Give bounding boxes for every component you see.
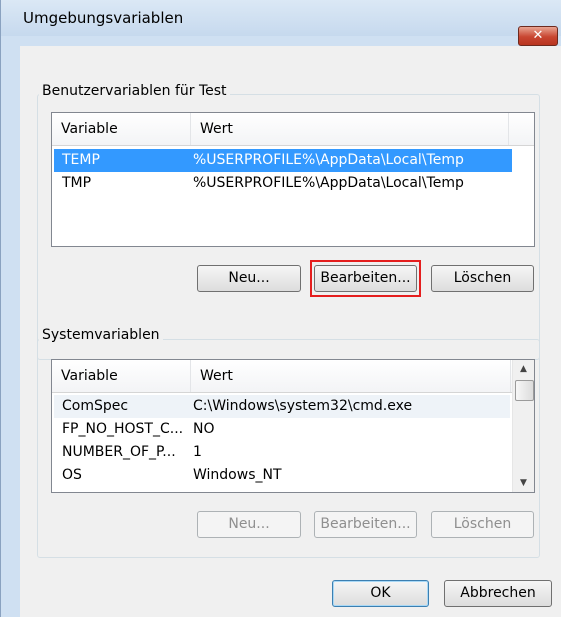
list-row[interactable]: ComSpec C:\Windows\system32\cmd.exe [54, 395, 510, 418]
column-header-variable[interactable]: Variable [52, 113, 191, 145]
row-value: Windows_NT [193, 467, 282, 483]
system-new-button[interactable]: Neu... [197, 511, 301, 538]
row-value: 1 [193, 444, 202, 460]
list-row[interactable]: FP_NO_HOST_C... NO [54, 418, 510, 441]
environment-variables-dialog: Umgebungsvariablen ✕ Benutzervariablen f… [0, 0, 561, 617]
column-header-wert[interactable]: Wert [191, 360, 511, 392]
row-variable: OS [62, 467, 82, 483]
column-header-wert[interactable]: Wert [191, 113, 509, 145]
edit-button-highlight [310, 260, 421, 297]
list-row[interactable]: OS Windows_NT [54, 464, 510, 487]
vertical-scrollbar[interactable]: ▲ ▼ [512, 360, 534, 492]
row-value: NO [193, 421, 215, 437]
row-value: %USERPROFILE%\AppData\Local\Temp [193, 152, 464, 168]
row-variable: ComSpec [62, 398, 129, 414]
row-variable: TMP [62, 175, 92, 191]
row-variable: TEMP [62, 152, 100, 168]
system-variables-legend: Systemvariablen [39, 327, 163, 343]
scroll-thumb[interactable] [515, 380, 534, 401]
system-delete-button[interactable]: Löschen [431, 511, 534, 538]
scroll-up-icon[interactable]: ▲ [513, 360, 534, 378]
ok-button[interactable]: OK [332, 580, 429, 607]
title-bar[interactable]: Umgebungsvariablen [1, 0, 561, 36]
row-value: C:\Windows\system32\cmd.exe [193, 398, 413, 414]
user-variables-list[interactable]: Variable Wert TEMP %USERPROFILE%\AppData… [51, 112, 535, 247]
row-value: %USERPROFILE%\AppData\Local\Temp [193, 175, 464, 191]
list-row-temp[interactable]: TEMP %USERPROFILE%\AppData\Local\Temp [54, 149, 512, 172]
system-variables-list[interactable]: Variable Wert ComSpec C:\Windows\system3… [51, 359, 535, 493]
row-variable: FP_NO_HOST_C... [62, 421, 184, 437]
user-variables-legend: Benutzervariablen für Test [39, 83, 230, 99]
user-new-button[interactable]: Neu... [197, 265, 301, 292]
close-icon: ✕ [532, 28, 544, 43]
system-edit-button[interactable]: Bearbeiten... [314, 511, 417, 538]
cancel-button[interactable]: Abbrechen [444, 580, 552, 607]
list-row[interactable]: NUMBER_OF_P... 1 [54, 441, 510, 464]
dialog-client-area: Benutzervariablen für Test Variable Wert… [20, 46, 561, 617]
window-title: Umgebungsvariablen [23, 9, 184, 27]
list-header: Variable Wert [52, 360, 512, 393]
list-row-tmp[interactable]: TMP %USERPROFILE%\AppData\Local\Temp [54, 172, 512, 195]
user-delete-button[interactable]: Löschen [431, 265, 534, 292]
column-header-variable[interactable]: Variable [52, 360, 191, 392]
list-header: Variable Wert [52, 113, 534, 146]
close-button[interactable]: ✕ [518, 26, 558, 46]
scroll-down-icon[interactable]: ▼ [513, 474, 534, 492]
row-variable: NUMBER_OF_P... [62, 444, 176, 460]
